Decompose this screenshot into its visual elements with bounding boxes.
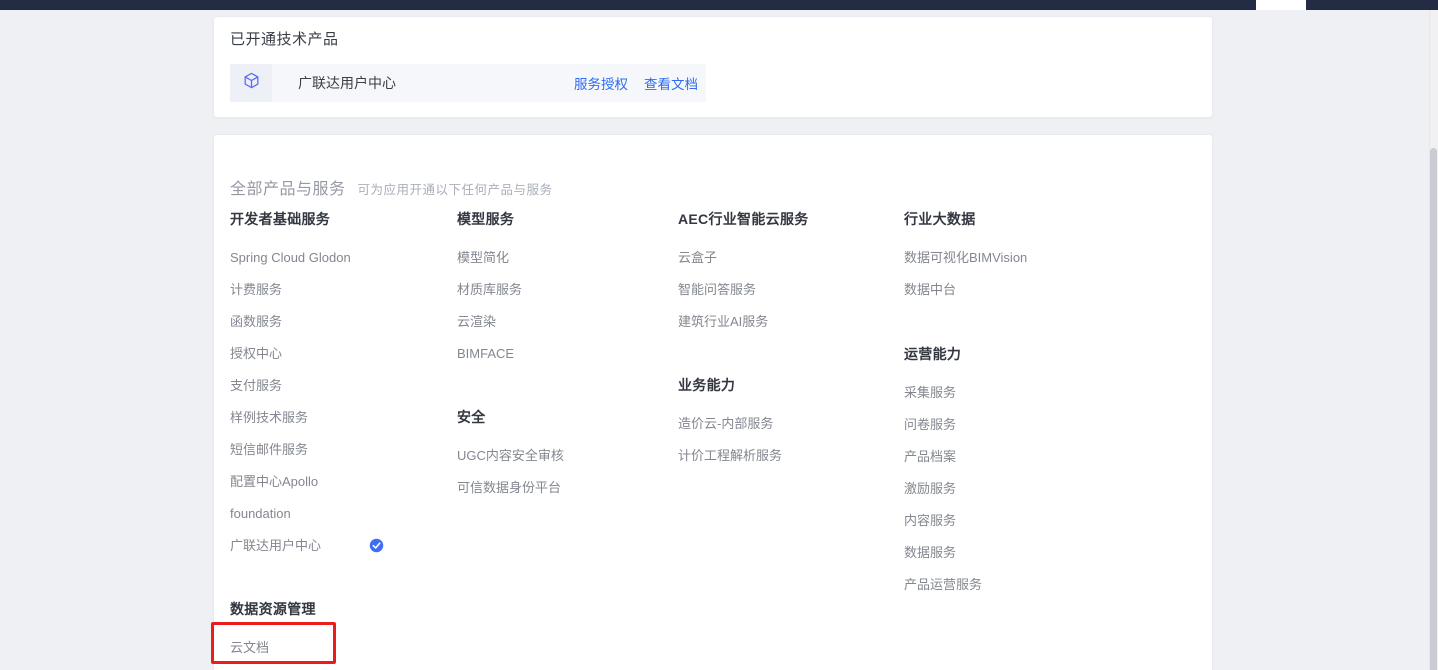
group-items: Spring Cloud Glodon 计费服务 函数服务 授权中心 支付服务 …: [230, 251, 445, 571]
cube-icon: [242, 71, 261, 95]
catalog-item-material-library-service[interactable]: 材质库服务: [457, 283, 672, 315]
catalog-item-label: 广联达用户中心: [230, 538, 321, 553]
catalog-item-cloud-box[interactable]: 云盒子: [678, 251, 893, 283]
catalog-item-cost-cloud-internal[interactable]: 造价云-内部服务: [678, 417, 893, 449]
catalog-item-trusted-data-identity[interactable]: 可信数据身份平台: [457, 481, 672, 513]
catalog-item-auth-center[interactable]: 授权中心: [230, 347, 445, 379]
group-title: 业务能力: [678, 378, 893, 393]
catalog-item-product-archive[interactable]: 产品档案: [904, 450, 1119, 482]
group-items: 云盒子 智能问答服务 建筑行业AI服务: [678, 251, 893, 347]
group-items: UGC内容安全审核 可信数据身份平台: [457, 449, 672, 513]
catalog-item-foundation[interactable]: foundation: [230, 507, 445, 539]
group-aec-smart-cloud: AEC行业智能云服务 云盒子 智能问答服务 建筑行业AI服务: [678, 212, 893, 347]
group-security: 安全 UGC内容安全审核 可信数据身份平台: [457, 410, 672, 513]
group-items: 采集服务 问卷服务 产品档案 激励服务 内容服务 数据服务 产品运营服务: [904, 386, 1119, 610]
group-operation-capability: 运营能力 采集服务 问卷服务 产品档案 激励服务 内容服务 数据服务 产品运营服…: [904, 347, 1119, 610]
product-name: 广联达用户中心: [298, 73, 396, 93]
catalog-item-data-service[interactable]: 数据服务: [904, 546, 1119, 578]
catalog-item-bimvision[interactable]: 数据可视化BIMVision: [904, 251, 1119, 283]
catalog-item-payment-service[interactable]: 支付服务: [230, 379, 445, 411]
activated-products-title: 已开通技术产品: [230, 28, 339, 49]
catalog-item-model-simplification[interactable]: 模型简化: [457, 251, 672, 283]
catalog-item-sample-tech-service[interactable]: 样例技术服务: [230, 411, 445, 443]
service-authorization-link[interactable]: 服务授权: [574, 73, 628, 93]
catalog-item-content-service[interactable]: 内容服务: [904, 514, 1119, 546]
catalog-item-function-service[interactable]: 函数服务: [230, 315, 445, 347]
catalog-item-incentive-service[interactable]: 激励服务: [904, 482, 1119, 514]
catalog-card: 全部产品与服务 可为应用开通以下任何产品与服务 开发者基础服务 Spring C…: [213, 134, 1213, 670]
catalog-item-cloud-rendering[interactable]: 云渲染: [457, 315, 672, 347]
group-title: 运营能力: [904, 347, 1119, 362]
catalog-item-ugc-content-review[interactable]: UGC内容安全审核: [457, 449, 672, 481]
catalog-item-pricing-project-parsing[interactable]: 计价工程解析服务: [678, 449, 893, 481]
group-title: 数据资源管理: [230, 602, 445, 617]
catalog-item-smart-qa-service[interactable]: 智能问答服务: [678, 283, 893, 315]
group-industry-bigdata: 行业大数据 数据可视化BIMVision 数据中台: [904, 212, 1119, 315]
group-items: 云文档: [230, 641, 445, 670]
catalog-item-sms-email-service[interactable]: 短信邮件服务: [230, 443, 445, 475]
console-page: { "activated": { "title": "已开通技术产品", "pr…: [0, 0, 1438, 670]
catalog-item-data-middle-platform[interactable]: 数据中台: [904, 283, 1119, 315]
catalog-item-glodon-user-center[interactable]: 广联达用户中心: [230, 539, 445, 571]
catalog-item-spring-cloud-glodon[interactable]: Spring Cloud Glodon: [230, 251, 445, 283]
catalog-item-bimface[interactable]: BIMFACE: [457, 347, 672, 379]
browser-top-bar: [0, 0, 1438, 10]
top-bar-notch: [1256, 0, 1306, 10]
group-title: AEC行业智能云服务: [678, 212, 893, 227]
view-docs-link[interactable]: 查看文档: [644, 73, 698, 93]
catalog-item-survey-service[interactable]: 问卷服务: [904, 418, 1119, 450]
catalog-item-billing-service[interactable]: 计费服务: [230, 283, 445, 315]
group-items: 模型简化 材质库服务 云渲染 BIMFACE: [457, 251, 672, 379]
catalog-title: 全部产品与服务: [230, 175, 346, 199]
group-items: 造价云-内部服务 计价工程解析服务: [678, 417, 893, 481]
group-model-services: 模型服务 模型简化 材质库服务 云渲染 BIMFACE: [457, 212, 672, 379]
catalog-item-config-center-apollo[interactable]: 配置中心Apollo: [230, 475, 445, 507]
product-actions: 服务授权 查看文档: [574, 73, 706, 93]
activated-product-row: 广联达用户中心 服务授权 查看文档: [230, 64, 706, 102]
scrollbar-thumb[interactable]: [1430, 148, 1437, 670]
group-title: 开发者基础服务: [230, 212, 445, 227]
catalog-item-product-operation-service[interactable]: 产品运营服务: [904, 578, 1119, 610]
group-title: 行业大数据: [904, 212, 1119, 227]
check-circle-icon: [369, 538, 384, 553]
group-developer-basics: 开发者基础服务 Spring Cloud Glodon 计费服务 函数服务 授权…: [230, 212, 445, 571]
group-items: 数据可视化BIMVision 数据中台: [904, 251, 1119, 315]
scrollbar-track[interactable]: [1429, 10, 1438, 670]
catalog-subtitle: 可为应用开通以下任何产品与服务: [358, 179, 553, 198]
group-data-resource-management: 数据资源管理 云文档: [230, 602, 445, 670]
catalog-item-collection-service[interactable]: 采集服务: [904, 386, 1119, 418]
group-title: 模型服务: [457, 212, 672, 227]
catalog-header: 全部产品与服务 可为应用开通以下任何产品与服务: [230, 175, 553, 199]
product-icon-cell: [230, 64, 272, 102]
group-title: 安全: [457, 410, 672, 425]
catalog-item-construction-ai-service[interactable]: 建筑行业AI服务: [678, 315, 893, 347]
activated-products-card: 已开通技术产品 广联达用户中心 服务授权 查看文档: [213, 16, 1213, 118]
catalog-item-cloud-document[interactable]: 云文档: [230, 641, 445, 670]
group-business-capability: 业务能力 造价云-内部服务 计价工程解析服务: [678, 378, 893, 481]
